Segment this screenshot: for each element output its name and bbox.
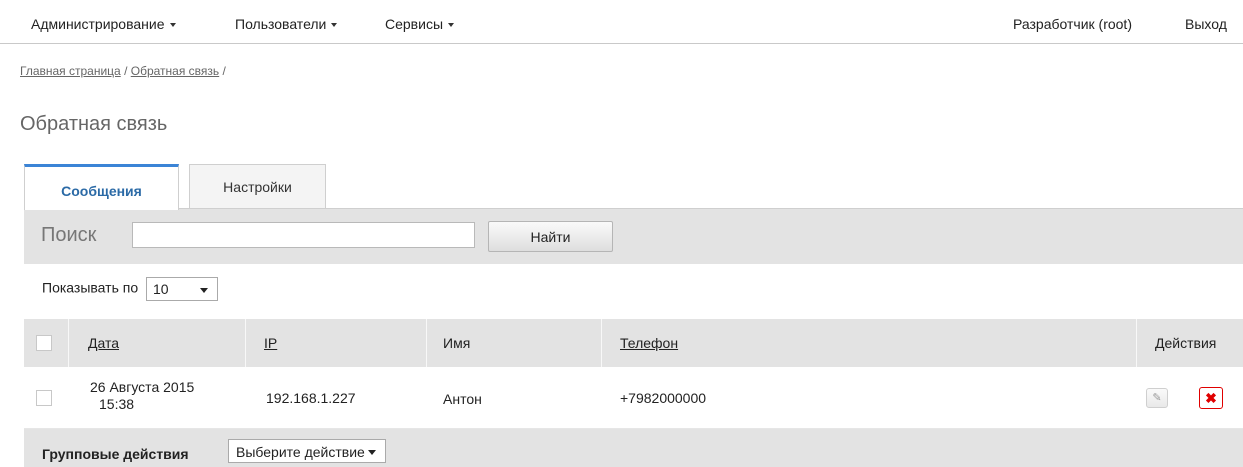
column-header-name: Имя: [443, 335, 471, 351]
logout-link[interactable]: Выход: [1185, 16, 1227, 32]
menu-services-label: Сервисы: [385, 16, 444, 32]
per-page-select[interactable]: 10: [146, 277, 219, 301]
menu-users[interactable]: Пользователи: [235, 16, 338, 32]
per-page-control: Показывать по 10: [42, 277, 219, 301]
search-label: Поиск: [41, 224, 97, 246]
menu-administration-label: Администрирование: [31, 16, 165, 32]
column-header-phone[interactable]: Телефон: [620, 335, 678, 351]
bulk-actions-bar: Групповые действия Выберите действие: [24, 429, 1243, 467]
search-input[interactable]: [132, 222, 475, 248]
dropdown-arrow-icon: [200, 288, 209, 293]
caret-down-icon: [169, 23, 176, 28]
search-bar: Поиск Найти: [24, 208, 1243, 264]
tab-messages[interactable]: Сообщения: [24, 164, 179, 210]
current-user-link[interactable]: Разработчик (root): [1013, 16, 1132, 32]
row-date: 26 Августа 2015 15:38: [90, 379, 194, 413]
page-title: Обратная связь: [20, 113, 168, 135]
column-divider: [245, 319, 246, 367]
bulk-actions-select[interactable]: Выберите действие: [228, 439, 386, 463]
row-date-day: 26 Августа 2015: [90, 379, 195, 395]
row-date-time: 15:38: [99, 396, 135, 412]
column-divider: [426, 319, 427, 367]
bulk-actions-label: Групповые действия: [42, 446, 189, 462]
close-icon: ✖: [1205, 390, 1217, 406]
row-checkbox[interactable]: [36, 390, 52, 406]
column-divider: [68, 319, 69, 367]
menu-administration[interactable]: Администрирование: [31, 16, 176, 32]
column-header-date[interactable]: Дата: [88, 335, 119, 351]
menu-users-label: Пользователи: [235, 16, 327, 32]
caret-down-icon: [448, 23, 455, 28]
column-header-ip[interactable]: IP: [264, 335, 277, 351]
breadcrumb: Главная страница / Обратная связь /: [20, 64, 226, 78]
row-ip: 192.168.1.227: [266, 390, 356, 406]
breadcrumb-feedback-link[interactable]: Обратная связь: [131, 64, 219, 78]
breadcrumb-home-link[interactable]: Главная страница: [20, 64, 121, 78]
row-name: Антон: [443, 391, 482, 407]
table-row: 26 Августа 2015 15:38 192.168.1.227 Анто…: [24, 367, 1243, 429]
table-header: Дата IP Имя Телефон Действия: [24, 319, 1243, 367]
tab-settings-label: Настройки: [223, 179, 292, 195]
column-divider: [1136, 319, 1137, 367]
pencil-icon: ✎: [1152, 392, 1162, 404]
tab-settings[interactable]: Настройки: [189, 164, 326, 209]
menu-services[interactable]: Сервисы: [385, 16, 455, 32]
per-page-value: 10: [153, 281, 169, 297]
breadcrumb-trailing-separator: /: [219, 64, 226, 78]
row-phone: +7982000000: [620, 390, 707, 406]
edit-button[interactable]: ✎: [1146, 388, 1168, 408]
per-page-label: Показывать по: [42, 279, 139, 296]
delete-button[interactable]: ✖: [1199, 387, 1223, 409]
top-navigation-bar: Администрирование Пользователи Сервисы Р…: [0, 0, 1243, 44]
caret-down-icon: [331, 23, 338, 28]
column-divider: [601, 319, 602, 367]
dropdown-arrow-icon: [368, 450, 376, 455]
breadcrumb-separator: /: [120, 64, 131, 78]
select-all-checkbox[interactable]: [36, 335, 52, 351]
column-header-actions: Действия: [1155, 335, 1217, 351]
tab-messages-label: Сообщения: [61, 183, 142, 199]
bulk-actions-value: Выберите действие: [236, 444, 365, 460]
search-button[interactable]: Найти: [488, 221, 613, 252]
